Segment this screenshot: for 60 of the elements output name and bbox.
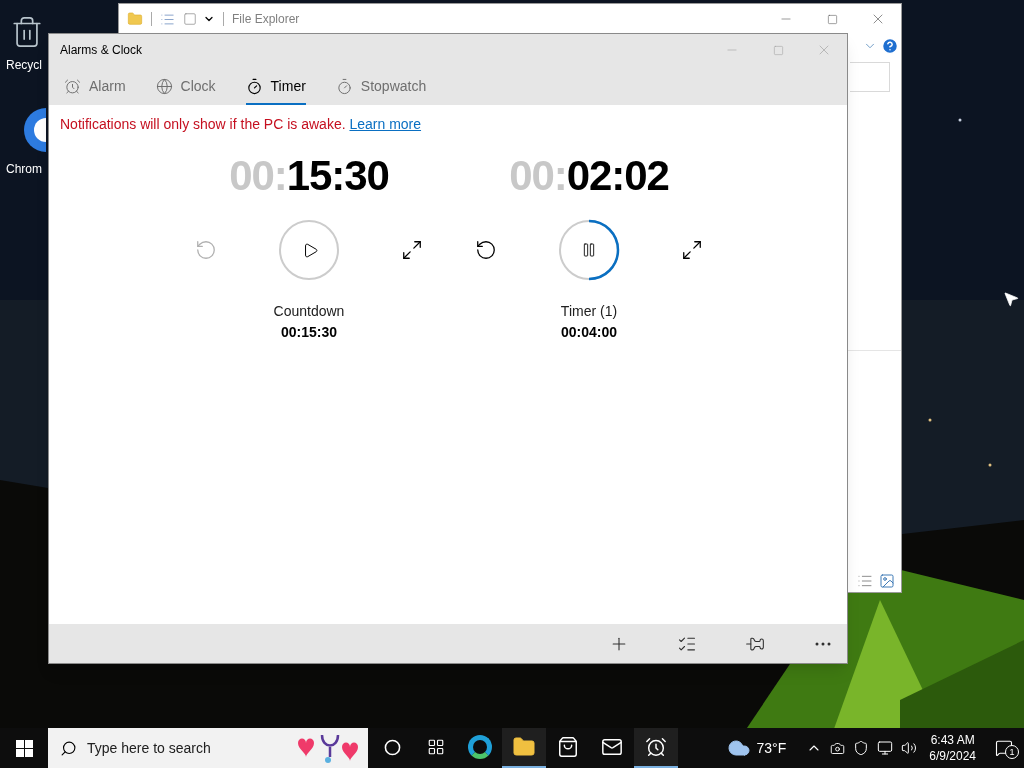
alarm-clock-icon — [64, 77, 81, 95]
tab[interactable]: Alarm — [64, 69, 126, 105]
notice-text: Notifications will only show if the PC is awake. Learn more — [59, 115, 423, 134]
reset-icon — [195, 239, 217, 261]
notifications-icon[interactable] — [995, 739, 1013, 757]
mouse-pointer-icon — [1002, 290, 1020, 308]
mail-icon — [601, 736, 623, 758]
learn-more-link[interactable]: Learn more — [349, 116, 422, 132]
tab[interactable]: Timer — [245, 69, 306, 105]
desktop-icon-label[interactable]: Chrom — [6, 160, 42, 178]
window-title: Alarms & Clock — [60, 42, 142, 59]
notification-count: 1 — [1005, 745, 1019, 759]
expand-icon — [681, 239, 703, 261]
help-icon[interactable] — [881, 37, 899, 55]
progress-ring — [558, 219, 620, 281]
tab[interactable]: Stopwatch — [335, 69, 427, 105]
timer-icon — [245, 77, 263, 95]
reset-icon — [475, 239, 497, 261]
camera-icon[interactable] — [830, 740, 846, 756]
search-icon — [60, 739, 77, 757]
alarm-clock-icon — [645, 736, 667, 758]
task-view-icon — [427, 738, 445, 756]
progress-ring — [278, 219, 340, 281]
cortana-icon — [383, 738, 401, 756]
timer-duration: 00:15:30 — [280, 323, 337, 342]
clock-button[interactable]: 6:43 AM 6/9/2024 — [921, 732, 984, 764]
thumbnail-view-icon[interactable] — [879, 573, 895, 589]
desktop-icon-label[interactable]: Recycl — [6, 56, 42, 74]
timer-name: Countdown — [273, 302, 345, 321]
store-icon — [557, 736, 579, 758]
expand-icon — [401, 239, 423, 261]
browser-icon — [468, 735, 492, 759]
expand-button[interactable] — [680, 238, 704, 262]
search-field[interactable]: Type here to search — [48, 728, 368, 768]
reset-button[interactable] — [474, 238, 498, 262]
weather-button[interactable]: 73°F — [720, 728, 793, 768]
details-view-icon[interactable] — [857, 573, 873, 589]
maximize-icon — [772, 44, 784, 56]
more-icon — [815, 641, 831, 646]
expand-button[interactable] — [400, 238, 424, 262]
taskbar-app[interactable] — [502, 728, 546, 768]
search-field[interactable] — [850, 62, 890, 92]
speaker-icon[interactable] — [901, 740, 918, 756]
tab[interactable]: Clock — [155, 69, 216, 105]
globe-icon — [155, 77, 173, 95]
new-folder-icon — [183, 12, 197, 26]
timer-duration: 00:04:00 — [560, 323, 617, 342]
taskbar-app[interactable] — [634, 728, 678, 768]
properties-icon — [160, 11, 175, 27]
maximize-icon — [826, 13, 838, 25]
pause-icon — [581, 242, 597, 258]
windows-logo-icon — [15, 739, 33, 757]
search-placeholder: Type here to search — [87, 738, 211, 758]
stopwatch-icon — [335, 77, 353, 95]
folder-icon — [512, 735, 536, 759]
shield-icon[interactable] — [853, 740, 870, 756]
window-title: File Explorer — [232, 11, 300, 28]
folder-icon — [127, 11, 143, 27]
timer-name: Timer (1) — [560, 302, 618, 321]
network-icon[interactable] — [877, 740, 894, 756]
